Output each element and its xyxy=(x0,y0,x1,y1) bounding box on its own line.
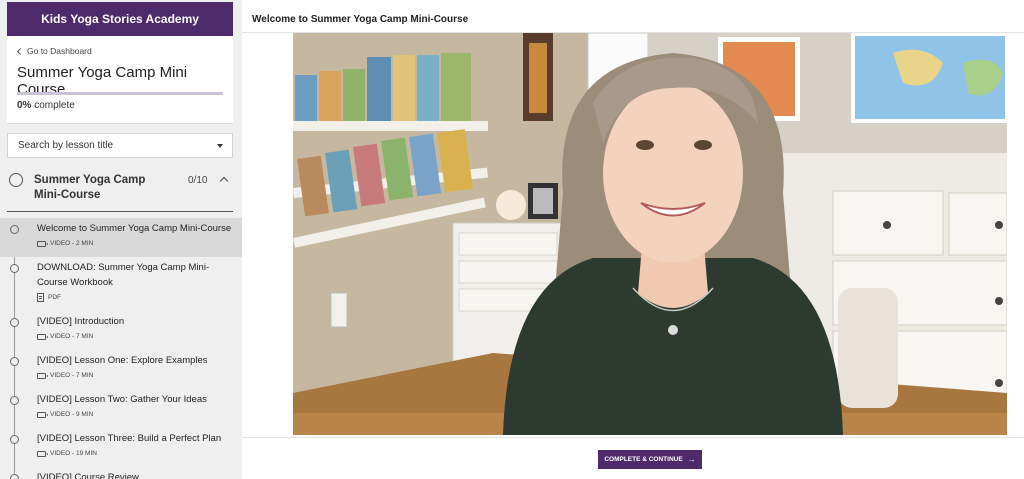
lesson-heading: Welcome to Summer Yoga Camp Mini-Course xyxy=(252,14,469,25)
complete-and-continue-button[interactable]: COMPLETE & CONTINUE → xyxy=(598,450,702,469)
chapter-title: Summer Yoga Camp Mini-Course xyxy=(34,174,146,201)
lesson-meta-text: VIDEO - 7 MIN xyxy=(50,333,94,340)
lesson-status-icon xyxy=(10,318,19,327)
progress-value: 0% xyxy=(17,100,32,111)
progress-text: 0% complete xyxy=(17,100,75,111)
school-name[interactable]: Kids Yoga Stories Academy xyxy=(7,2,233,36)
chapter-count: 0/10 xyxy=(188,175,208,186)
lesson-item[interactable]: [VIDEO] Course Review xyxy=(0,467,242,479)
arrow-right-icon: → xyxy=(687,455,696,464)
lesson-meta-text: VIDEO - 2 MIN xyxy=(50,240,94,247)
video-icon xyxy=(37,240,48,247)
lesson-meta: VIDEO - 9 MIN xyxy=(37,411,93,418)
lesson-meta: VIDEO - 2 MIN xyxy=(37,240,93,247)
lesson-status-icon xyxy=(10,435,19,444)
lesson-meta: PDF xyxy=(37,293,61,302)
chapter-header[interactable]: Summer Yoga Camp Mini-Course 0/10 xyxy=(7,165,233,212)
lesson-item[interactable]: Welcome to Summer Yoga Camp Mini-Course … xyxy=(0,218,242,257)
sidebar: Kids Yoga Stories Academy Go to Dashboar… xyxy=(0,0,242,479)
back-link-label: Go to Dashboard xyxy=(27,46,92,56)
video-player[interactable] xyxy=(293,33,1007,435)
lesson-search-label: Search by lesson title xyxy=(18,140,114,151)
lesson-meta: VIDEO - 7 MIN xyxy=(37,333,93,340)
lesson-title: DOWNLOAD: Summer Yoga Camp Mini-Course W… xyxy=(37,262,210,288)
lesson-title: Welcome to Summer Yoga Camp Mini-Course xyxy=(37,223,232,234)
pdf-icon xyxy=(37,293,44,302)
lesson-header: Welcome to Summer Yoga Camp Mini-Course xyxy=(242,8,1024,33)
lesson-title: [VIDEO] Lesson Three: Build a Perfect Pl… xyxy=(37,433,222,444)
lesson-item[interactable]: [VIDEO] Lesson Two: Gather Your Ideas VI… xyxy=(0,389,242,428)
progress-bar xyxy=(17,92,223,95)
lesson-meta: VIDEO - 7 MIN xyxy=(37,372,93,379)
complete-button-label: COMPLETE & CONTINUE xyxy=(604,456,683,463)
lesson-search-select[interactable]: Search by lesson title xyxy=(7,133,233,158)
lesson-meta-text: PDF xyxy=(48,294,61,301)
lesson-title: [VIDEO] Introduction xyxy=(37,316,125,327)
lesson-item[interactable]: [VIDEO] Introduction VIDEO - 7 MIN xyxy=(0,311,242,350)
lesson-meta-text: VIDEO - 7 MIN xyxy=(50,372,94,379)
video-icon xyxy=(37,333,48,340)
back-to-dashboard-link[interactable]: Go to Dashboard xyxy=(16,46,92,56)
lesson-main: Welcome to Summer Yoga Camp Mini-Course xyxy=(242,0,1024,479)
lesson-title: [VIDEO] Lesson One: Explore Examples xyxy=(37,355,208,366)
video-icon xyxy=(37,372,48,379)
lesson-title: [VIDEO] Lesson Two: Gather Your Ideas xyxy=(37,394,207,405)
lesson-meta: VIDEO - 19 MIN xyxy=(37,450,97,457)
video-still xyxy=(293,33,1007,435)
video-icon xyxy=(37,450,48,457)
chevron-left-icon xyxy=(16,47,25,55)
lesson-status-icon xyxy=(10,225,19,234)
progress-label: complete xyxy=(34,100,75,111)
video-icon xyxy=(37,411,48,418)
chapter-status-icon xyxy=(9,173,23,187)
lesson-status-icon xyxy=(10,357,19,366)
lesson-item[interactable]: DOWNLOAD: Summer Yoga Camp Mini-Course W… xyxy=(0,257,242,311)
course-card: Go to Dashboard Summer Yoga Camp Mini Co… xyxy=(7,36,233,124)
lesson-status-icon xyxy=(10,474,19,479)
chevron-up-icon[interactable] xyxy=(219,176,229,186)
lesson-footer: COMPLETE & CONTINUE → xyxy=(242,437,1024,479)
lesson-title: [VIDEO] Course Review xyxy=(37,472,139,479)
lesson-meta-text: VIDEO - 19 MIN xyxy=(50,450,97,457)
lesson-item[interactable]: [VIDEO] Lesson One: Explore Examples VID… xyxy=(0,350,242,389)
lesson-status-icon xyxy=(10,264,19,273)
lesson-item[interactable]: [VIDEO] Lesson Three: Build a Perfect Pl… xyxy=(0,428,242,467)
lesson-meta-text: VIDEO - 9 MIN xyxy=(50,411,94,418)
lesson-status-icon xyxy=(10,396,19,405)
caret-down-icon xyxy=(217,144,223,148)
